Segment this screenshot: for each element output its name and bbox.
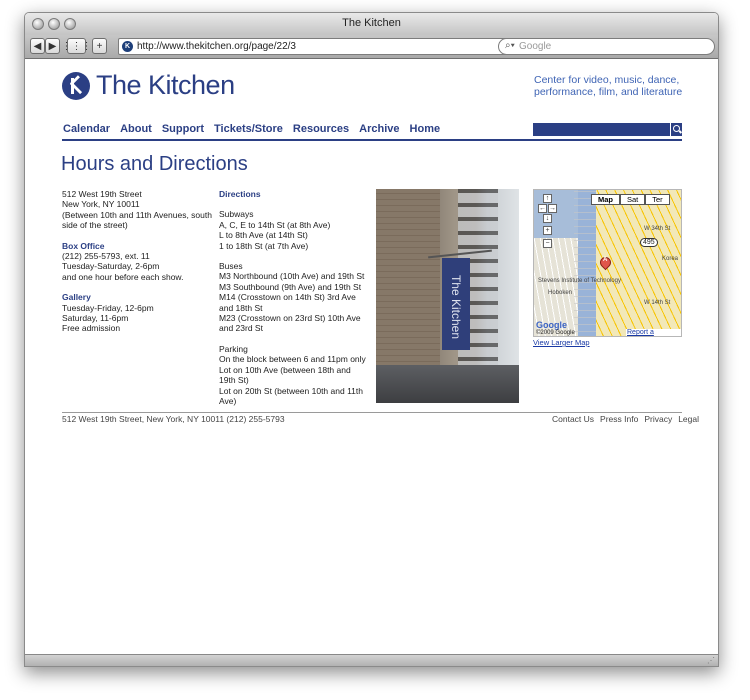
map-type-ter[interactable]: Ter (645, 194, 670, 205)
site-favicon-icon: K (122, 41, 133, 52)
map-label: Korea (662, 256, 679, 262)
pan-up-icon[interactable]: ↑ (543, 194, 552, 203)
map-label: Stevens Institute of Technology (538, 278, 621, 284)
footer-legal-link[interactable]: Legal (678, 414, 699, 424)
forward-arrow-icon: ▶ (48, 40, 57, 52)
marker-label: A (603, 257, 608, 263)
parking-line: Lot on 10th Ave (between 18th and 19th S… (219, 364, 351, 386)
logo-text: The Kitchen (96, 70, 235, 100)
nav-archive[interactable]: Archive (359, 123, 399, 135)
site-search-input[interactable] (533, 123, 670, 136)
pan-left-icon[interactable]: ← (538, 204, 547, 213)
parking-line: On the block between 6 and 11pm only (219, 354, 366, 365)
add-bookmark-button[interactable]: + (92, 38, 107, 54)
subway-line: A, C, E to 14th St (at 8th Ave) (219, 219, 331, 230)
view-larger-map-link[interactable]: View Larger Map (533, 338, 590, 347)
address-line: (Between 10th and 11th Avenues, south si… (62, 209, 212, 231)
bus-line: M23 (Crosstown on 23rd St) 10th Ave and … (219, 313, 361, 334)
nav-tickets-store[interactable]: Tickets/Store (214, 123, 283, 135)
gallery-line: Free admission (62, 323, 121, 334)
subways-heading: Subways (219, 209, 254, 220)
pan-right-icon[interactable]: → (548, 204, 557, 213)
title-bar: The Kitchen (25, 13, 718, 35)
map-type-sat[interactable]: Sat (620, 194, 646, 205)
subway-line: 1 to 18th St (at 7th Ave) (219, 240, 309, 251)
map-label: W 14th St (644, 300, 671, 306)
zoom-out-icon[interactable]: − (543, 239, 552, 248)
address-bar[interactable]: K http://www.thekitchen.org/page/22/3 ↻ (118, 38, 514, 55)
bookmarks-button[interactable]: ⋮⋮⋮ (62, 38, 92, 54)
box-office-line: (212) 255-5793, ext. 11 (62, 251, 150, 262)
forward-button[interactable]: ▶ (45, 38, 60, 54)
map-label: Hoboken (548, 290, 573, 296)
google-map[interactable]: Stevens Institute of Technology Hoboken … (533, 189, 682, 337)
nav-support[interactable]: Support (162, 123, 204, 135)
google-logo[interactable]: Google (536, 320, 567, 330)
address-text: http://www.thekitchen.org/page/22/3 (137, 41, 296, 52)
bus-line: M3 Northbound (10th Ave) and 19th St (219, 271, 365, 282)
pan-down-icon[interactable]: ↓ (543, 214, 552, 223)
footer-divider (62, 412, 682, 413)
box-office-line: and one hour before each show. (62, 271, 184, 282)
kitchen-logo-icon (62, 71, 90, 100)
map-copyright: ©2009 Google (536, 330, 575, 336)
nav-home[interactable]: Home (410, 123, 441, 135)
back-arrow-icon: ◀ (33, 40, 42, 52)
site-logo[interactable]: The Kitchen (62, 70, 235, 101)
footer-privacy-link[interactable]: Privacy (644, 414, 672, 424)
directions-heading: Directions (219, 189, 261, 199)
directions-column: Directions Subways A, C, E to 14th St (a… (219, 189, 369, 406)
grid-icon: ⋮⋮⋮ (61, 40, 92, 52)
subway-line: L to 8th Ave (at 14th St) (219, 230, 308, 241)
nav-divider (62, 139, 682, 141)
gallery-heading: Gallery (62, 292, 91, 303)
nav-calendar[interactable]: Calendar (63, 123, 110, 135)
gallery-line: Saturday, 11-6pm (62, 313, 129, 324)
browser-window: The Kitchen ◀ ▶ ⋮⋮⋮ + K http://www.theki… (24, 12, 719, 667)
nav-resources[interactable]: Resources (293, 123, 349, 135)
nav-about[interactable]: About (120, 123, 152, 135)
window-title: The Kitchen (342, 17, 401, 29)
page-title: Hours and Directions (61, 153, 248, 175)
report-problem-link[interactable]: Report a problem (626, 329, 681, 336)
main-nav: Calendar About Support Tickets/Store Res… (63, 123, 450, 135)
plus-icon: + (96, 40, 103, 52)
parking-line: Lot on 20th St (between 10th and 11th Av… (219, 385, 363, 406)
resize-grip-icon[interactable]: ⋰ (707, 656, 715, 665)
box-office-heading: Box Office (62, 240, 105, 251)
site-search-button[interactable] (670, 123, 682, 136)
gallery-line: Tuesday-Friday, 12-6pm (62, 302, 154, 313)
web-page: The Kitchen Center for video, music, dan… (25, 60, 718, 656)
map-label: W 34th St (644, 226, 671, 232)
map-type-switcher: Map Sat Ter (591, 194, 670, 205)
search-icon: ⌕▾ (505, 40, 515, 51)
map-type-map[interactable]: Map (591, 194, 620, 205)
info-column: 512 West 19th Street New York, NY 10011 … (62, 189, 214, 334)
footer-press-link[interactable]: Press Info (600, 414, 638, 424)
parking-heading: Parking (219, 343, 248, 354)
zoom-in-icon[interactable]: + (543, 226, 552, 235)
awning (376, 365, 519, 403)
buses-heading: Buses (219, 261, 243, 272)
address-line: 512 West 19th Street (62, 189, 142, 199)
footer-contact-link[interactable]: Contact Us (552, 414, 594, 424)
building-photo: The Kitchen (376, 189, 519, 403)
bus-line: M3 Southbound (9th Ave) and 19th St (219, 281, 362, 292)
banner-text: The Kitchen (449, 274, 463, 340)
footer-address: 512 West 19th Street, New York, NY 10011… (62, 414, 285, 424)
screen: The Kitchen ◀ ▶ ⋮⋮⋮ + K http://www.theki… (0, 0, 750, 700)
tagline: Center for video, music, dance, performa… (534, 74, 683, 98)
browser-toolbar: ◀ ▶ ⋮⋮⋮ + K http://www.thekitchen.org/pa… (25, 35, 718, 59)
back-button[interactable]: ◀ (30, 38, 45, 54)
address-line: New York, NY 10011 (62, 199, 140, 210)
highway-shield: 495 (640, 238, 658, 247)
status-bar: ⋰ (25, 654, 718, 666)
box-office-line: Tuesday-Saturday, 2-6pm (62, 261, 160, 272)
search-placeholder: Google (519, 41, 552, 52)
browser-search-field[interactable]: ⌕▾ Google (498, 38, 715, 55)
bus-line: M14 (Crosstown on 14th St) 3rd Ave and 1… (219, 292, 356, 313)
footer-links: Contact Us Press Info Privacy Legal (546, 414, 699, 424)
map-pan-zoom-controls: ↑ ← → ↓ + − (538, 194, 558, 258)
